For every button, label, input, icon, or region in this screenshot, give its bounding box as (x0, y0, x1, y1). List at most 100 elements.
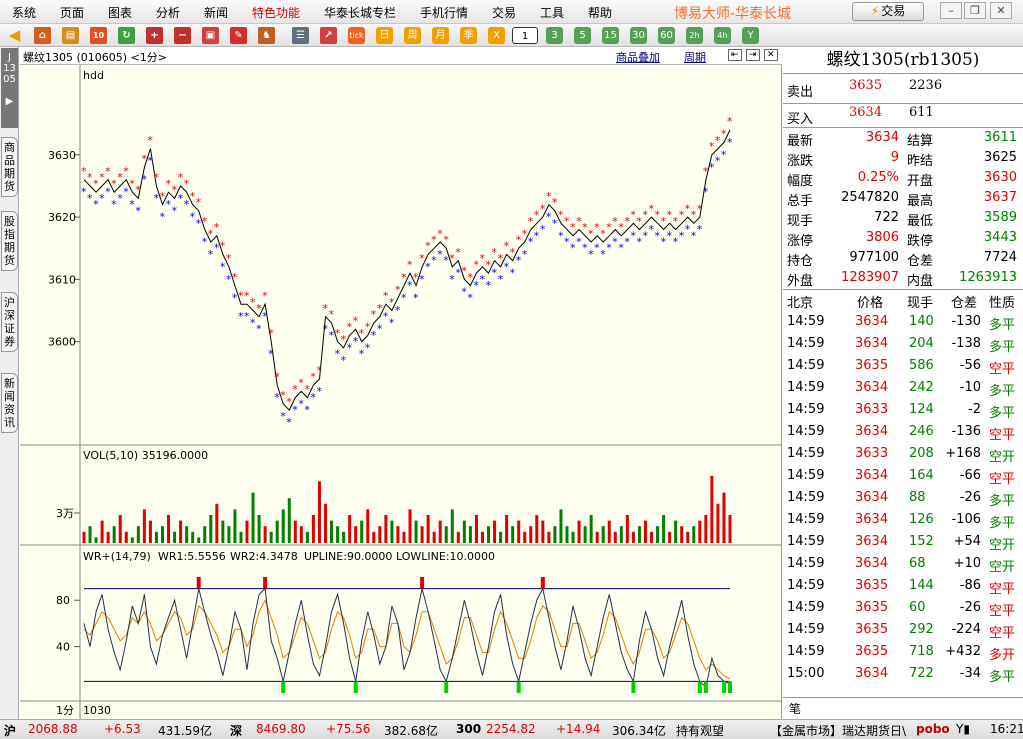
period-30m[interactable]: 30 (630, 27, 647, 44)
tick-nature: 空开 (989, 538, 1016, 553)
ask-row[interactable]: 卖出 3635 2236 (783, 77, 1023, 103)
low-marker: * (262, 310, 268, 323)
tick-row[interactable]: 14:59 3635 144 -86 空平 (783, 575, 1023, 597)
tick-lot: 124 (909, 402, 934, 417)
tick-row[interactable]: 14:59 3634 164 -66 空平 (783, 465, 1023, 487)
close-chart-button[interactable]: ✕ (764, 49, 778, 61)
home-icon[interactable]: ⌂ (34, 27, 51, 44)
low-marker: * (147, 155, 153, 168)
menu-news[interactable]: 新闻 (204, 4, 228, 21)
f10-icon[interactable]: 10 (90, 27, 107, 44)
tick-row[interactable]: 14:59 3635 60 -26 空平 (783, 597, 1023, 619)
menu-analysis[interactable]: 分析 (156, 4, 180, 21)
back-icon[interactable]: ◀ (6, 27, 23, 44)
volume-bar (631, 531, 635, 543)
tick-row[interactable]: 14:59 3633 208 +168 空开 (783, 443, 1023, 465)
close-button[interactable]: ✕ (990, 2, 1012, 19)
menu-tools[interactable]: 工具 (540, 4, 564, 21)
tick-row[interactable]: 14:59 3634 246 -136 空平 (783, 421, 1023, 443)
tick-row[interactable]: 14:59 3634 242 -10 多平 (783, 377, 1023, 399)
volume-bar (336, 526, 340, 543)
period-month[interactable]: 月 (432, 27, 449, 44)
tick-row[interactable]: 14:59 3634 68 +10 空开 (783, 553, 1023, 575)
low-marker: * (395, 304, 401, 317)
trend-icon[interactable]: ↗ (320, 27, 337, 44)
menu-chart[interactable]: 图表 (108, 4, 132, 21)
chart-area[interactable]: 螺纹1305 (010605) <1分> 商品叠加 周期 ⇤ ⇥ ✕ 3630 3… (20, 47, 782, 719)
period-year[interactable]: Y (742, 27, 759, 44)
period-4h[interactable]: 4h (714, 27, 731, 44)
high-marker: * (262, 290, 268, 303)
restore-button[interactable]: ❐ (964, 2, 986, 19)
book-icon[interactable]: ▤ (62, 27, 79, 44)
volume-bar (396, 526, 400, 543)
period-tick[interactable]: tick (348, 27, 365, 44)
tick-row[interactable]: 14:59 3634 126 -106 多平 (783, 509, 1023, 531)
menu-page[interactable]: 页面 (60, 4, 84, 21)
zoom-out-icon[interactable]: − (174, 27, 191, 44)
tick-price: 3634 (855, 534, 889, 549)
period-3m[interactable]: 3 (546, 27, 563, 44)
menu-column[interactable]: 华泰长城专栏 (324, 4, 396, 21)
tool-icon[interactable]: ♞ (258, 27, 275, 44)
period-link[interactable]: 周期 (684, 49, 706, 65)
prev-page-button[interactable]: ⇤ (728, 49, 742, 61)
tick-row[interactable]: 14:59 3633 124 -2 多平 (783, 399, 1023, 421)
market-ticker[interactable]: 【金属市场】瑞达期货日\ (770, 722, 906, 739)
period-5m[interactable]: 5 (574, 27, 591, 44)
code-tab[interactable]: J 13 05 ▶ (1, 48, 18, 128)
tick-row[interactable]: 14:59 3634 88 -26 多平 (783, 487, 1023, 509)
period-2h[interactable]: 2h (686, 27, 703, 44)
zoom-in-icon[interactable]: + (146, 27, 163, 44)
volume-bar (330, 520, 334, 543)
period-x[interactable]: X (488, 27, 505, 44)
volume-bar (148, 520, 152, 543)
tick-row[interactable]: 14:59 3634 140 -130 多平 (783, 311, 1023, 333)
menu-features[interactable]: 特色功能 (252, 4, 300, 21)
tab-securities[interactable]: 沪深证券 (1, 292, 18, 352)
window-icon[interactable]: ▣ (202, 27, 219, 44)
tick-row[interactable]: 15:00 3634 722 -34 多平 (783, 663, 1023, 685)
volume-bar (372, 531, 376, 543)
period-15m[interactable]: 15 (602, 27, 619, 44)
low-marker: * (522, 248, 528, 261)
tick-row[interactable]: 14:59 3634 152 +54 空开 (783, 531, 1023, 553)
tick-lot: 126 (909, 512, 934, 527)
overlay-link[interactable]: 商品叠加 (616, 49, 660, 65)
volume-bar (408, 509, 412, 543)
tick-row[interactable]: 14:59 3635 718 +432 多开 (783, 641, 1023, 663)
minimize-button[interactable]: – (940, 2, 962, 19)
tick-lot: 242 (909, 380, 934, 395)
stat-value: 3589 (983, 210, 1017, 225)
volume-bar (637, 526, 641, 543)
draw-icon[interactable]: ✎ (230, 27, 247, 44)
refresh-icon[interactable]: ↻ (118, 27, 135, 44)
tick-row[interactable]: 14:59 3635 586 -56 空平 (783, 355, 1023, 377)
tab-index-futures[interactable]: 股指期货 (1, 211, 18, 271)
table-icon[interactable]: ☰ (292, 27, 309, 44)
volume-bar (577, 520, 581, 543)
tick-row[interactable]: 14:59 3635 292 -224 空平 (783, 619, 1023, 641)
tab-commodity-futures[interactable]: 商品期货 (1, 137, 18, 197)
period-60m[interactable]: 60 (658, 27, 675, 44)
high-marker: * (274, 370, 280, 383)
footer-tab[interactable]: 笔 (789, 700, 801, 717)
tick-oi-change: -224 (951, 622, 981, 637)
period-week[interactable]: 周 (404, 27, 421, 44)
tab-news[interactable]: 新闻资讯 (1, 373, 18, 433)
menu-system[interactable]: 系统 (12, 4, 36, 21)
volume-bar (342, 531, 346, 543)
wr-low-bar (353, 681, 358, 693)
period-quarter[interactable]: 季 (460, 27, 477, 44)
trade-button[interactable]: ⚡ 交易 (852, 2, 924, 21)
menu-help[interactable]: 帮助 (588, 4, 612, 21)
tick-row[interactable]: 14:59 3634 204 -138 多平 (783, 333, 1023, 355)
tick-time: 14:59 (787, 556, 825, 571)
period-1m[interactable]: 1 (512, 27, 538, 44)
next-page-button[interactable]: ⇥ (746, 49, 760, 61)
volume-bar (674, 520, 678, 543)
menu-trade[interactable]: 交易 (492, 4, 516, 21)
volume-bar (293, 520, 297, 543)
menu-mobile[interactable]: 手机行情 (420, 4, 468, 21)
period-day[interactable]: 日 (376, 27, 393, 44)
